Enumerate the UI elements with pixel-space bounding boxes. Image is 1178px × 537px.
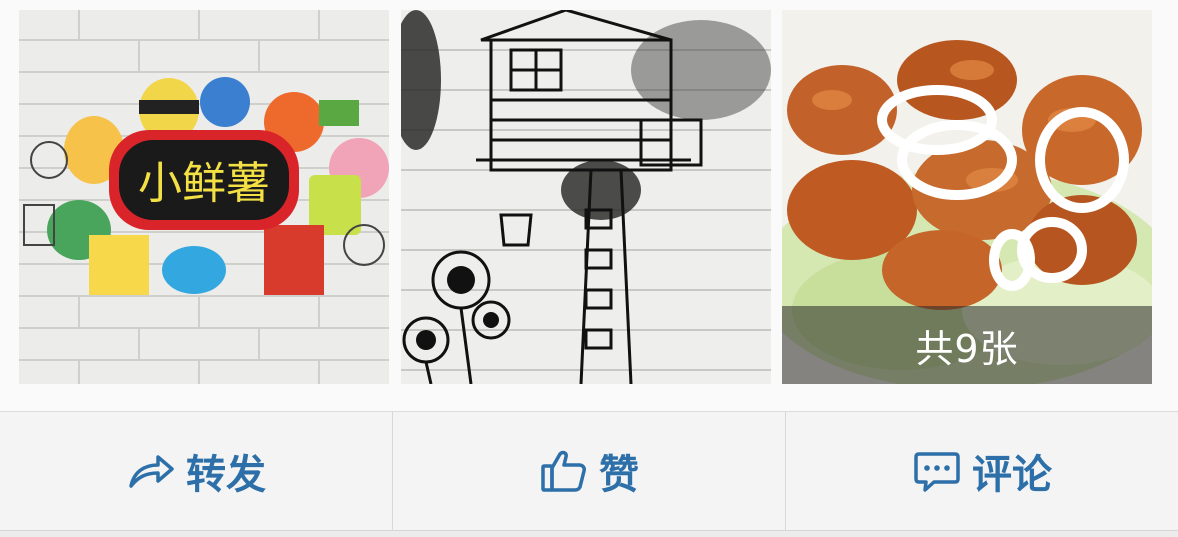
graffiti-sign-text: 小鲜薯 xyxy=(138,158,270,209)
share-arrow-icon xyxy=(126,446,176,496)
photo-count-overlay[interactable]: 共9张 xyxy=(782,306,1152,384)
repost-label: 转发 xyxy=(186,452,266,498)
photo-1[interactable]: 小鲜薯 xyxy=(19,10,389,384)
comment-bubble-icon xyxy=(912,446,962,496)
photo-count-label: 共9张 xyxy=(915,326,1019,371)
action-bar: 转发 赞 评论 xyxy=(0,412,1178,530)
photo-grid: 小鲜薯 共9张 xyxy=(0,0,1178,412)
graffiti-wall-image: 小鲜薯 xyxy=(19,10,389,384)
repost-button[interactable]: 转发 xyxy=(0,412,392,530)
like-button[interactable]: 赞 xyxy=(392,412,785,530)
like-label: 赞 xyxy=(599,452,639,498)
thumbs-up-icon xyxy=(539,446,589,496)
photo-3[interactable]: 共9张 xyxy=(782,10,1152,384)
photo-2[interactable] xyxy=(401,10,771,384)
comment-label: 评论 xyxy=(972,452,1052,498)
weibo-post-card: 小鲜薯 共9张 转发 赞 评论 xyxy=(0,0,1178,537)
card-gap xyxy=(0,531,1178,537)
treehouse-sketch-image xyxy=(401,10,771,384)
comment-button[interactable]: 评论 xyxy=(785,412,1178,530)
